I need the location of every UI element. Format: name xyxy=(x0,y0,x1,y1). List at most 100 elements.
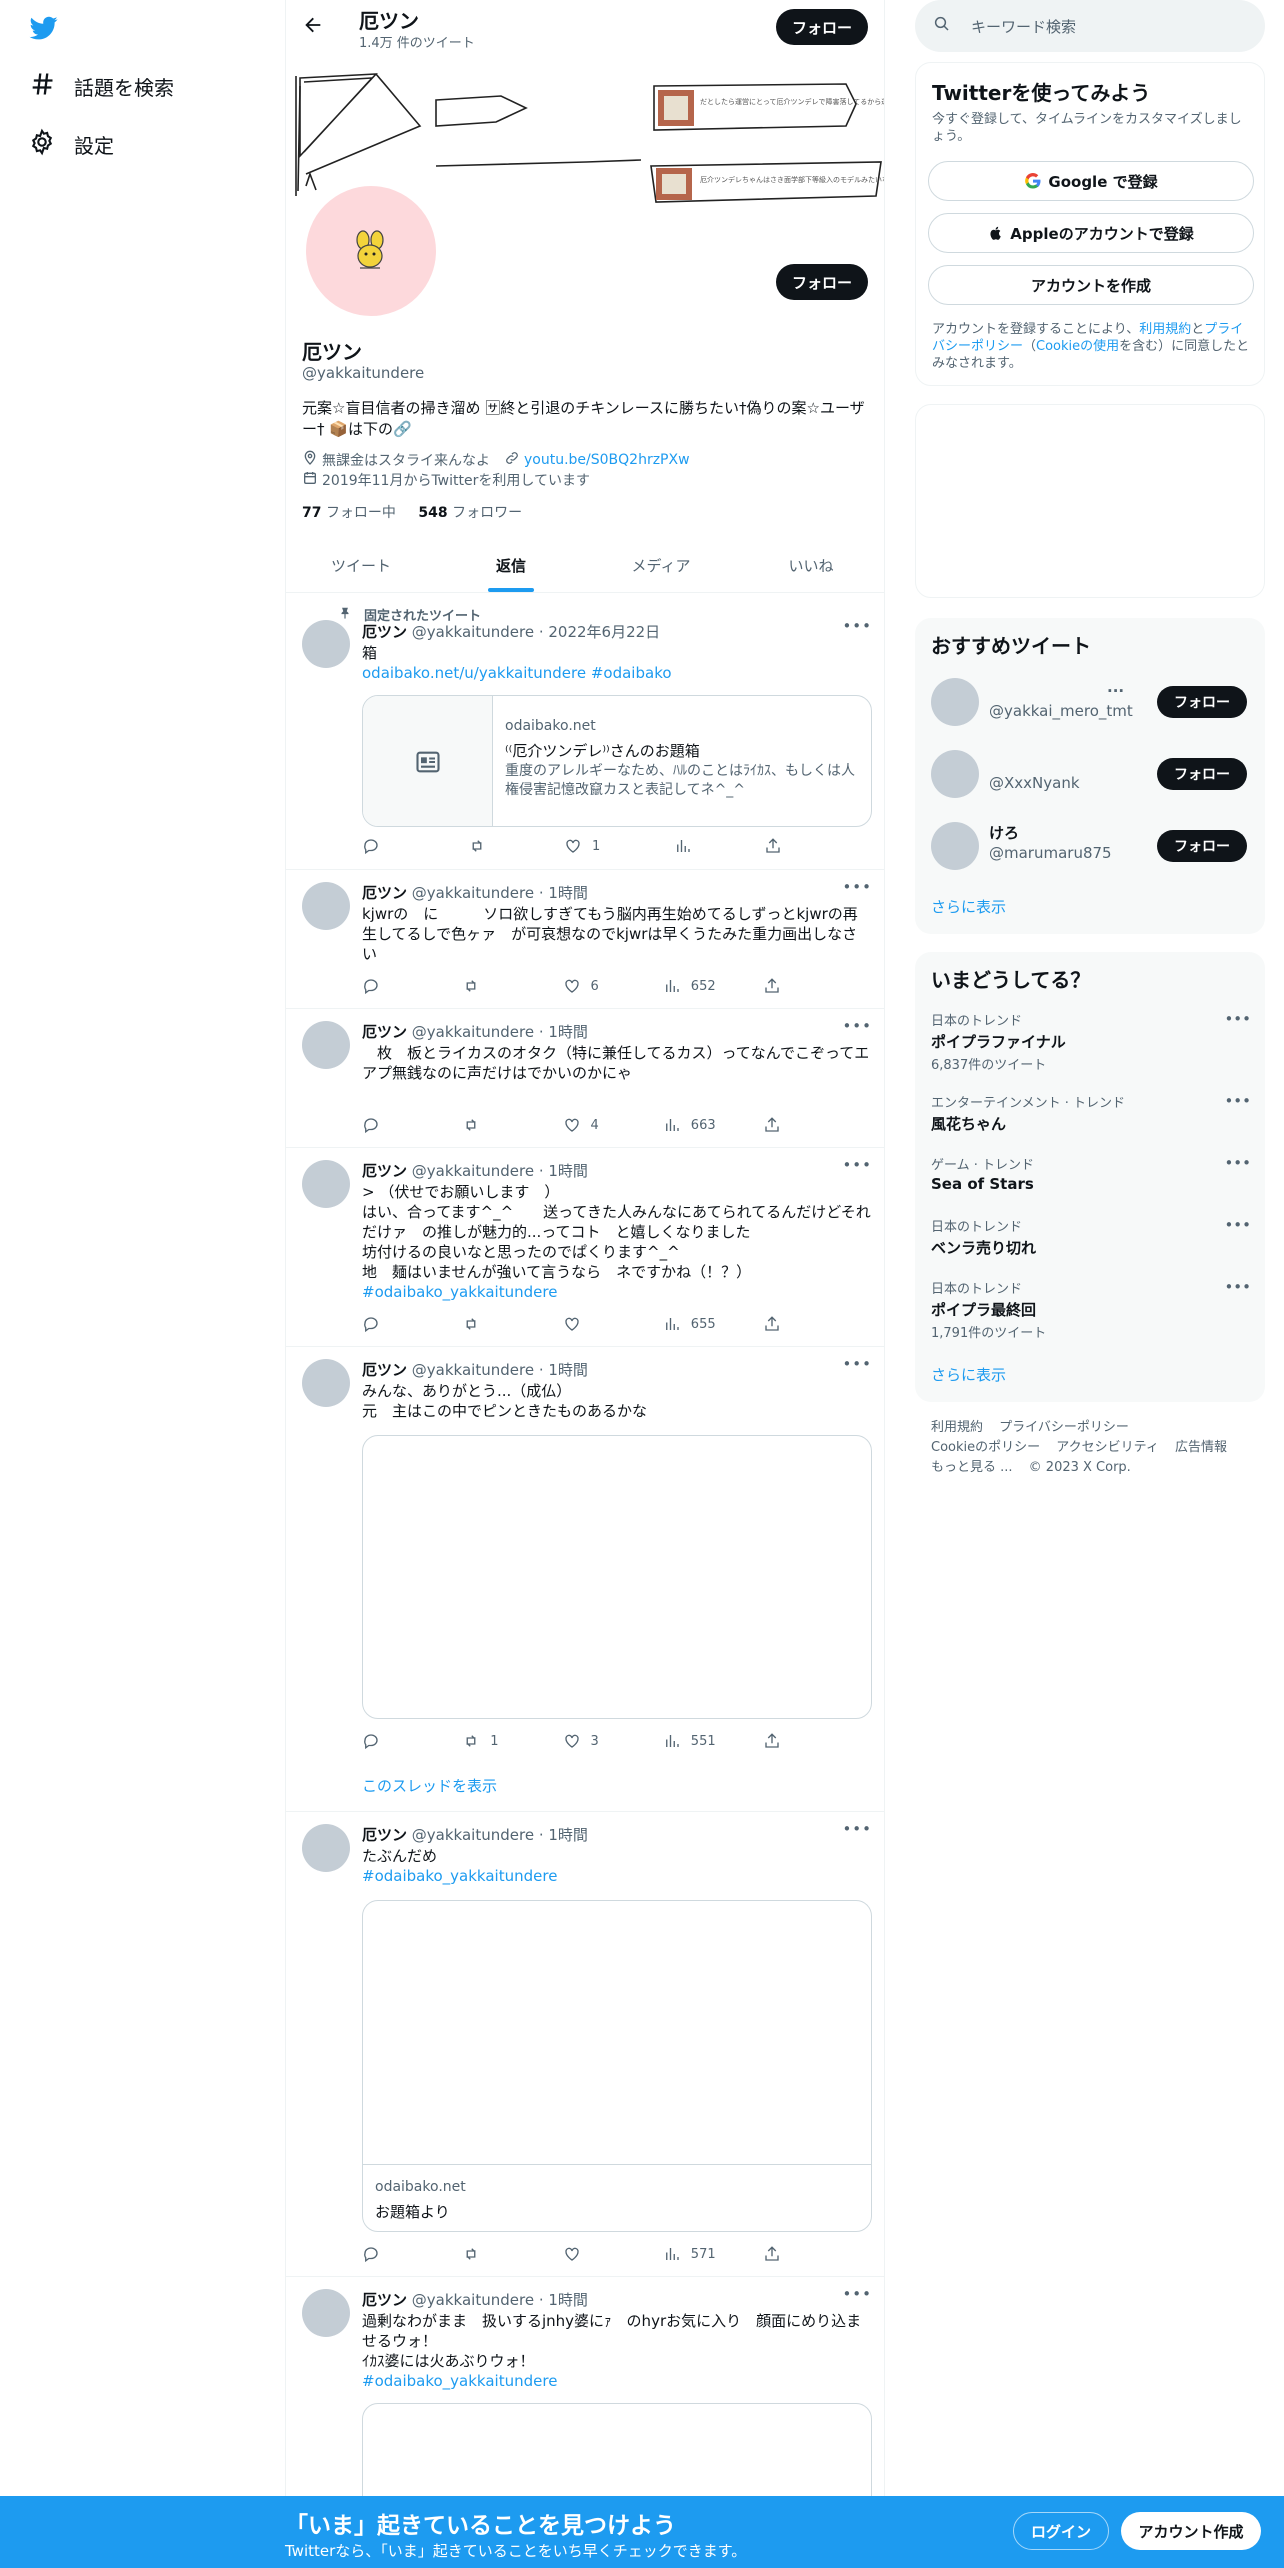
reply-button[interactable] xyxy=(362,976,462,996)
avatar[interactable] xyxy=(931,750,979,798)
rec-user-row[interactable]: @XxxNyank フォロー xyxy=(931,744,1251,804)
more-options-icon[interactable]: ••• xyxy=(1224,1092,1251,1110)
link-card[interactable]: odaibako.net お題箱より xyxy=(362,1900,872,2232)
like-button[interactable]: 1 xyxy=(564,836,674,856)
more-options-icon[interactable]: ••• xyxy=(1224,1278,1251,1296)
rec-show-more-link[interactable]: さらに表示 xyxy=(931,896,1006,917)
tweet-hashtag[interactable]: #odaibako_yakkaitundere xyxy=(362,2371,872,2391)
tweet-avatar[interactable] xyxy=(302,1824,350,1872)
more-options-icon[interactable]: ••• xyxy=(1224,1010,1251,1028)
tweet-hashtag[interactable]: #odaibako_yakkaitundere xyxy=(362,1866,872,1886)
trend-item[interactable]: ゲーム · トレンド Sea of Stars ••• xyxy=(931,1154,1251,1193)
share-button[interactable] xyxy=(763,2244,792,2264)
show-thread-link[interactable]: このスレッドを表示 xyxy=(362,1775,497,1796)
like-button[interactable]: 3 xyxy=(563,1731,663,1751)
cookie-link[interactable]: Cookieの使用 xyxy=(1036,339,1119,354)
apple-signup-button[interactable]: Appleのアカウントで登録 xyxy=(928,213,1254,253)
tweet-item[interactable]: 厄ツン @yakkaitundere · 1時間 ••• 枚 板とライカスのオタ… xyxy=(286,1009,884,1148)
tweet-hashtag[interactable]: #odaibako_yakkaitundere xyxy=(362,1282,872,1302)
avatar[interactable] xyxy=(931,822,979,870)
followers-link[interactable]: 548 フォロワー xyxy=(418,505,522,521)
trend-item[interactable]: エンターテインメント · トレンド 風花ちゃん ••• xyxy=(931,1092,1251,1134)
avatar[interactable] xyxy=(931,678,979,726)
twitter-logo-icon[interactable] xyxy=(28,14,62,44)
more-options-icon[interactable]: ••• xyxy=(1224,1216,1251,1234)
tweet-item[interactable]: 厄ツン @yakkaitundere · 1時間 ••• kjwrの に ソロ欲… xyxy=(286,870,884,1009)
terms-link[interactable]: 利用規約 xyxy=(1139,322,1191,337)
footer-cookie-link[interactable]: Cookieのポリシー xyxy=(931,1440,1040,1455)
reply-button[interactable] xyxy=(362,1314,462,1334)
retweet-button[interactable] xyxy=(462,1314,562,1334)
profile-avatar[interactable] xyxy=(302,182,440,320)
retweet-button[interactable] xyxy=(462,976,562,996)
retweet-button[interactable] xyxy=(462,1115,562,1135)
rec-follow-button[interactable]: フォロー xyxy=(1157,686,1247,718)
tweet-avatar[interactable] xyxy=(302,1021,350,1069)
signup-button[interactable]: アカウント作成 xyxy=(1121,2512,1261,2550)
more-options-icon[interactable]: ••• xyxy=(842,1017,872,1035)
more-options-icon[interactable]: ••• xyxy=(842,1156,872,1174)
share-button[interactable] xyxy=(763,976,792,996)
like-button[interactable] xyxy=(563,2244,663,2264)
share-button[interactable] xyxy=(763,1731,792,1751)
tab-likes[interactable]: いいね xyxy=(736,540,884,592)
trend-item[interactable]: 日本のトレンド ポイプラファイナル 6,837件のツイート ••• xyxy=(931,1010,1251,1073)
footer-terms-link[interactable]: 利用規約 xyxy=(931,1420,983,1435)
like-button[interactable]: 6 xyxy=(563,976,663,996)
tweet-item[interactable]: 厄ツン @yakkaitundere · 1時間 ••• > （伏せでお願いしま… xyxy=(286,1148,884,1347)
rec-follow-button[interactable]: フォロー xyxy=(1157,830,1247,862)
embedded-media-card[interactable] xyxy=(362,1435,872,1719)
google-signup-button[interactable]: Google で登録 xyxy=(928,161,1254,201)
footer-privacy-link[interactable]: プライバシーポリシー xyxy=(999,1420,1129,1435)
tweet-avatar[interactable] xyxy=(302,2289,350,2337)
rec-user-row[interactable]: けろ @marumaru875 フォロー xyxy=(931,816,1251,876)
footer-accessibility-link[interactable]: アクセシビリティ xyxy=(1056,1440,1159,1455)
tweet-item[interactable]: 厄ツン @yakkaitundere · 1時間 ••• たぶんだめ #odai… xyxy=(286,1812,884,2277)
tab-media[interactable]: メディア xyxy=(586,540,736,592)
back-arrow-icon[interactable] xyxy=(302,14,330,42)
nav-item-explore[interactable]: 話題を検索 xyxy=(28,66,174,106)
rec-follow-button[interactable]: フォロー xyxy=(1157,758,1247,790)
views-button[interactable]: 571 xyxy=(663,2244,763,2264)
nav-item-settings[interactable]: 設定 xyxy=(28,124,114,164)
more-options-icon[interactable]: ••• xyxy=(842,2285,872,2303)
reply-button[interactable] xyxy=(362,836,468,856)
retweet-button[interactable] xyxy=(462,2244,562,2264)
profile-follow-button[interactable]: フォロー xyxy=(776,264,868,300)
tweet-avatar[interactable] xyxy=(302,1359,350,1407)
retweet-button[interactable]: 1 xyxy=(462,1731,562,1751)
more-options-icon[interactable]: ••• xyxy=(842,878,872,896)
more-options-icon[interactable]: ••• xyxy=(842,1355,872,1373)
share-button[interactable] xyxy=(763,1314,792,1334)
create-account-button[interactable]: アカウントを作成 xyxy=(928,265,1254,305)
tweet-avatar[interactable] xyxy=(302,882,350,930)
trend-item[interactable]: 日本のトレンド ポイプラ最終回 1,791件のツイート ••• xyxy=(931,1278,1251,1341)
share-button[interactable] xyxy=(763,1115,792,1135)
trend-item[interactable]: 日本のトレンド ベンラ売り切れ ••• xyxy=(931,1216,1251,1258)
tweet-link[interactable]: odaibako.net/u/yakkaitundere #odaibako xyxy=(362,663,872,683)
tweet-item[interactable]: 固定されたツイート 厄ツン @yakkaitundere · 2022年6月22… xyxy=(286,593,884,870)
retweet-button[interactable] xyxy=(468,836,564,856)
footer-ads-link[interactable]: 広告情報 xyxy=(1175,1440,1227,1455)
more-options-icon[interactable]: ••• xyxy=(1224,1154,1251,1172)
views-button[interactable] xyxy=(674,836,764,856)
login-button[interactable]: ログイン xyxy=(1013,2512,1109,2550)
following-link[interactable]: 77 フォロー中 xyxy=(302,505,396,521)
views-button[interactable]: 663 xyxy=(663,1115,763,1135)
header-follow-button[interactable]: フォロー xyxy=(776,9,868,45)
like-button[interactable]: 4 xyxy=(563,1115,663,1135)
views-button[interactable]: 652 xyxy=(663,976,763,996)
views-button[interactable]: 655 xyxy=(663,1314,763,1334)
share-button[interactable] xyxy=(764,836,794,856)
reply-button[interactable] xyxy=(362,2244,462,2264)
footer-more-link[interactable]: もっと見る ... xyxy=(931,1460,1013,1475)
reply-button[interactable] xyxy=(362,1115,462,1135)
profile-link[interactable]: youtu.be/S0BQ2hrzPXw xyxy=(524,452,690,468)
more-options-icon[interactable]: ••• xyxy=(842,617,872,635)
tweet-avatar[interactable] xyxy=(302,1160,350,1208)
views-button[interactable]: 551 xyxy=(663,1731,763,1751)
more-options-icon[interactable]: ••• xyxy=(842,1820,872,1838)
tab-replies[interactable]: 返信 xyxy=(436,540,586,592)
like-button[interactable] xyxy=(563,1314,663,1334)
reply-button[interactable] xyxy=(362,1731,462,1751)
